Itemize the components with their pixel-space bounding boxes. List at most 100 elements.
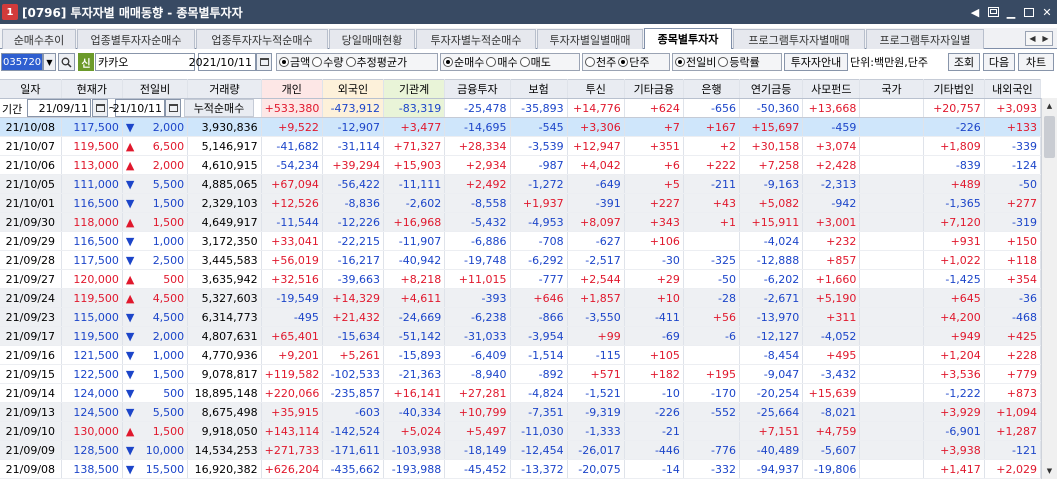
column-header[interactable]: 개인 (261, 79, 323, 99)
column-header[interactable]: 금융투자 (444, 79, 511, 99)
stock-dropdown-icon[interactable]: ▼ (43, 53, 56, 71)
table-row[interactable]: 21/09/17 119,500 ▼ 2,000 4,807,631 +65,401 -15… (0, 326, 1042, 346)
cumulative-cell: +3,093 (984, 98, 1042, 118)
table-row[interactable]: 21/10/08 117,500 ▼ 2,000 3,930,836 +9,522 -12,… (0, 117, 1042, 137)
radio-net-buy[interactable]: 순매수 (443, 54, 484, 70)
close-icon[interactable]: ✕ (1039, 4, 1055, 20)
stock-name-field[interactable]: 카카오 (95, 53, 195, 71)
maximize-icon[interactable] (1021, 4, 1037, 20)
radio-sell[interactable]: 매도 (519, 54, 551, 70)
table-row[interactable]: 21/09/15 122,500 ▼ 1,500 9,078,817 +119,582 -1… (0, 364, 1042, 384)
tab-scroll-right-icon[interactable]: ▶ (1039, 32, 1052, 45)
column-header[interactable]: 외국인 (322, 79, 385, 99)
investor-value-cell: -19,806 (802, 459, 861, 479)
query-button[interactable]: 조회 (948, 53, 980, 71)
calendar-icon[interactable] (256, 53, 272, 71)
column-header[interactable]: 현재가 (61, 79, 123, 99)
investor-value-cell: -9,319 (567, 402, 625, 422)
investor-value-cell: -124 (984, 155, 1042, 175)
column-header[interactable]: 은행 (683, 79, 741, 99)
table-row[interactable]: 21/10/06 113,000 ▲ 2,000 4,610,915 -54,234 +39… (0, 155, 1042, 175)
period-to-calendar-icon[interactable] (165, 99, 181, 117)
scroll-down-icon[interactable]: ▼ (1042, 463, 1057, 479)
table-row[interactable]: 21/09/08 138,500 ▼ 15,500 16,920,382 +626,204… (0, 459, 1042, 479)
table-row[interactable]: 21/10/07 119,500 ▲ 6,500 5,146,917 -41,682 -31… (0, 136, 1042, 156)
column-header[interactable]: 기관계 (383, 79, 446, 99)
tab-daily-trading-status[interactable]: 당일매매현황 (329, 29, 415, 49)
column-header[interactable]: 사모펀드 (802, 79, 861, 99)
base-date-input[interactable]: 2021/10/11 (189, 53, 256, 71)
column-header[interactable]: 투신 (567, 79, 625, 99)
scroll-up-icon[interactable]: ▲ (1042, 98, 1057, 114)
investor-value-cell: -171,611 (322, 440, 385, 460)
radio-change-rate[interactable]: 등락률 (718, 54, 760, 70)
column-header[interactable]: 내외국인 (984, 79, 1042, 99)
vertical-scrollbar[interactable]: ▲ ▼ (1041, 98, 1057, 479)
investor-value-cell: +1,660 (802, 269, 861, 289)
stock-code-input[interactable]: 035720 (1, 53, 43, 71)
radio-quantity[interactable]: 수량 (312, 54, 344, 70)
table-row[interactable]: 21/09/10 130,000 ▲ 1,500 9,918,050 +143,114 -1… (0, 421, 1042, 441)
restore-screen-icon[interactable] (985, 4, 1001, 20)
radio-thousand-shares[interactable]: 천주 (585, 54, 616, 70)
column-header[interactable]: 전일비 (122, 79, 189, 99)
tab-sector-investor-net-buy[interactable]: 업종별투자자순매수 (77, 29, 195, 49)
radio-prev-day-diff[interactable]: 전일비 (675, 54, 716, 70)
column-header[interactable]: 일자 (0, 79, 62, 99)
investor-value-cell: -1,272 (510, 174, 568, 194)
volume-cell: 14,534,253 (187, 440, 262, 460)
table-row[interactable]: 21/09/16 121,500 ▼ 1,000 4,770,936 +9,201 +5,2… (0, 345, 1042, 365)
tab-investor-cumulative-net-buy[interactable]: 투자자별누적순매수 (416, 29, 536, 49)
investor-value-cell: +118 (984, 250, 1042, 270)
investor-value-cell: -4,024 (739, 231, 804, 251)
column-header[interactable]: 국가 (859, 79, 924, 99)
period-from-calendar-icon[interactable] (92, 99, 108, 117)
price-cell: 130,000 (61, 421, 123, 441)
column-header[interactable]: 기타금융 (624, 79, 684, 99)
change-cell: ▲ 1,500 (122, 421, 189, 441)
column-header[interactable]: 기타법인 (923, 79, 985, 99)
table-row[interactable]: 21/09/13 124,500 ▼ 5,500 8,675,498 +35,915 -60… (0, 402, 1042, 422)
table-row[interactable]: 21/10/05 111,000 ▼ 5,500 4,885,065 +67,094 -56… (0, 174, 1042, 194)
table-row[interactable]: 21/09/24 119,500 ▲ 4,500 5,327,603 -19,549 +14… (0, 288, 1042, 308)
table-row[interactable]: 21/09/27 120,000 ▲ 500 3,635,942 +32,516 -39,6… (0, 269, 1042, 289)
period-from-input[interactable]: 21/09/11 (27, 99, 91, 117)
period-to-input[interactable]: 21/10/11 (113, 99, 165, 117)
next-button[interactable]: 다음 (983, 53, 1015, 71)
column-header[interactable]: 연기금등 (739, 79, 804, 99)
tab-investor-daily-trading[interactable]: 투자자별일별매매 (537, 29, 643, 49)
scroll-thumb[interactable] (1044, 116, 1055, 158)
table-row[interactable]: 21/09/14 124,000 ▼ 500 18,895,148 +220,066 -23… (0, 383, 1042, 403)
tab-program-investor-trading[interactable]: 프로그램투자자별매매 (733, 29, 865, 49)
down-arrow-icon: ▼ (125, 462, 135, 476)
investor-value-cell: +15,911 (739, 212, 804, 232)
radio-buy[interactable]: 매수 (486, 54, 518, 70)
column-header[interactable]: 보험 (510, 79, 568, 99)
table-row[interactable]: 21/09/23 115,000 ▼ 4,500 6,314,773 -495 +21,43… (0, 307, 1042, 327)
change-cell: ▼ 5,500 (122, 174, 189, 194)
tab-scroll-left-icon[interactable]: ◀ (1026, 32, 1039, 45)
tab-stock-investor[interactable]: 종목별투자자 (644, 28, 732, 49)
tab-sector-investor-cumulative[interactable]: 업종투자자누적순매수 (196, 29, 328, 49)
table-row[interactable]: 21/09/29 116,500 ▼ 1,000 3,172,350 +33,041 -22… (0, 231, 1042, 251)
tab-program-investor-daily[interactable]: 프로그램투자자일별 (866, 29, 984, 49)
table-row[interactable]: 21/09/30 118,000 ▲ 1,500 4,649,917 -11,544 -12… (0, 212, 1042, 232)
radio-single-shares[interactable]: 단주 (618, 54, 650, 70)
radio-amount[interactable]: 금액 (279, 54, 310, 70)
investor-value-cell (859, 421, 924, 441)
investor-value-cell: +9,522 (261, 117, 323, 137)
investor-guide-button[interactable]: 투자자안내 (784, 53, 848, 71)
prev-window-icon[interactable]: ◀ (967, 4, 983, 20)
search-icon[interactable] (58, 53, 75, 71)
table-row[interactable]: 21/09/28 117,500 ▼ 2,500 3,445,583 +56,019 -16… (0, 250, 1042, 270)
tab-net-buy-trend[interactable]: 순매수추이 (2, 29, 76, 49)
investor-value-cell (683, 231, 741, 251)
investor-value-cell: -121 (984, 440, 1042, 460)
chart-button[interactable]: 차트 (1018, 53, 1054, 71)
minimize-icon[interactable]: ▁ (1003, 4, 1019, 20)
volume-cell: 4,610,915 (187, 155, 262, 175)
table-row[interactable]: 21/09/09 128,500 ▼ 10,000 14,534,253 +271,733… (0, 440, 1042, 460)
table-row[interactable]: 21/10/01 116,500 ▼ 1,500 2,329,103 +12,526 -8,… (0, 193, 1042, 213)
radio-estimated-avg-price[interactable]: 추정평균가 (345, 54, 407, 70)
column-header[interactable]: 거래량 (187, 79, 262, 99)
